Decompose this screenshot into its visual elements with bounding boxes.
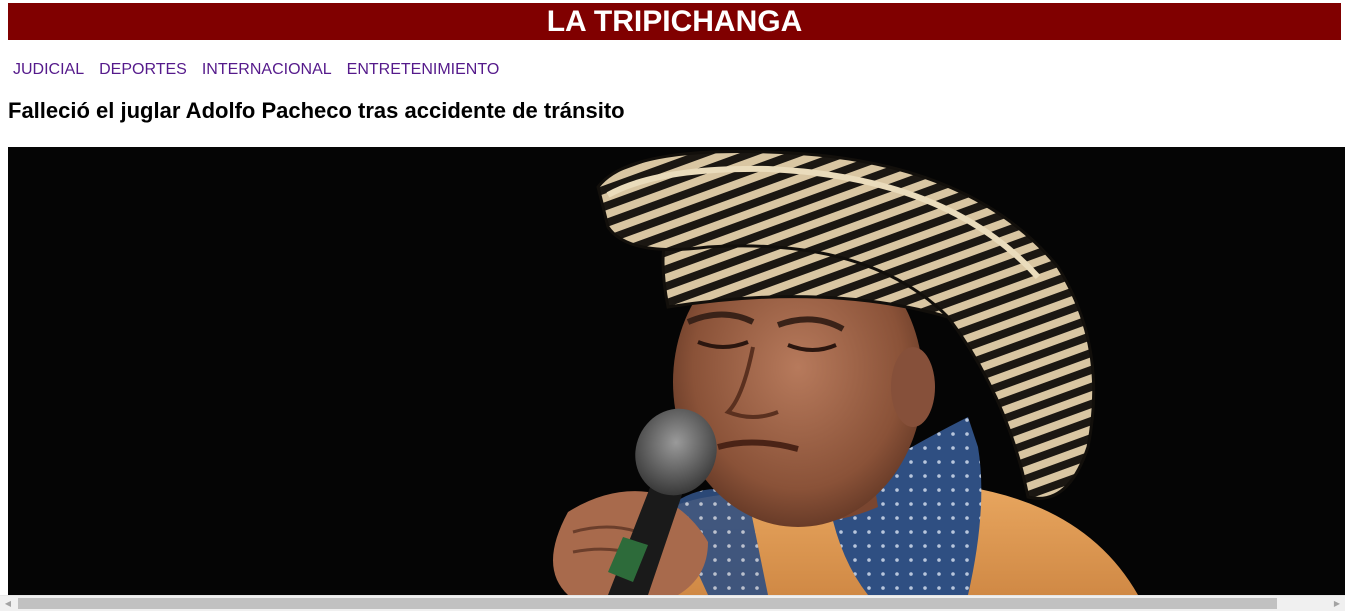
- nav-link-deportes[interactable]: DEPORTES: [99, 61, 187, 79]
- article-headline: Falleció el juglar Adolfo Pacheco tras a…: [8, 98, 625, 123]
- scrollbar-thumb[interactable]: [18, 598, 1277, 609]
- horizontal-scrollbar[interactable]: ◀ ▶: [0, 595, 1345, 611]
- article-photo: [8, 147, 1345, 595]
- category-nav: JUDICIAL DEPORTES INTERNACIONAL ENTRETEN…: [8, 58, 509, 82]
- triangle-right-icon[interactable]: ▶: [1329, 596, 1345, 611]
- site-title[interactable]: LA TRIPICHANGA: [547, 3, 803, 40]
- nav-link-entretenimiento[interactable]: ENTRETENIMIENTO: [347, 61, 500, 79]
- article-photo-illustration: [8, 147, 1345, 595]
- nav-link-judicial[interactable]: JUDICIAL: [13, 61, 84, 79]
- site-masthead: LA TRIPICHANGA: [8, 3, 1341, 40]
- page: LA TRIPICHANGA JUDICIAL DEPORTES INTERNA…: [0, 0, 1345, 611]
- triangle-left-icon[interactable]: ◀: [0, 596, 16, 611]
- nav-link-internacional[interactable]: INTERNACIONAL: [202, 61, 332, 79]
